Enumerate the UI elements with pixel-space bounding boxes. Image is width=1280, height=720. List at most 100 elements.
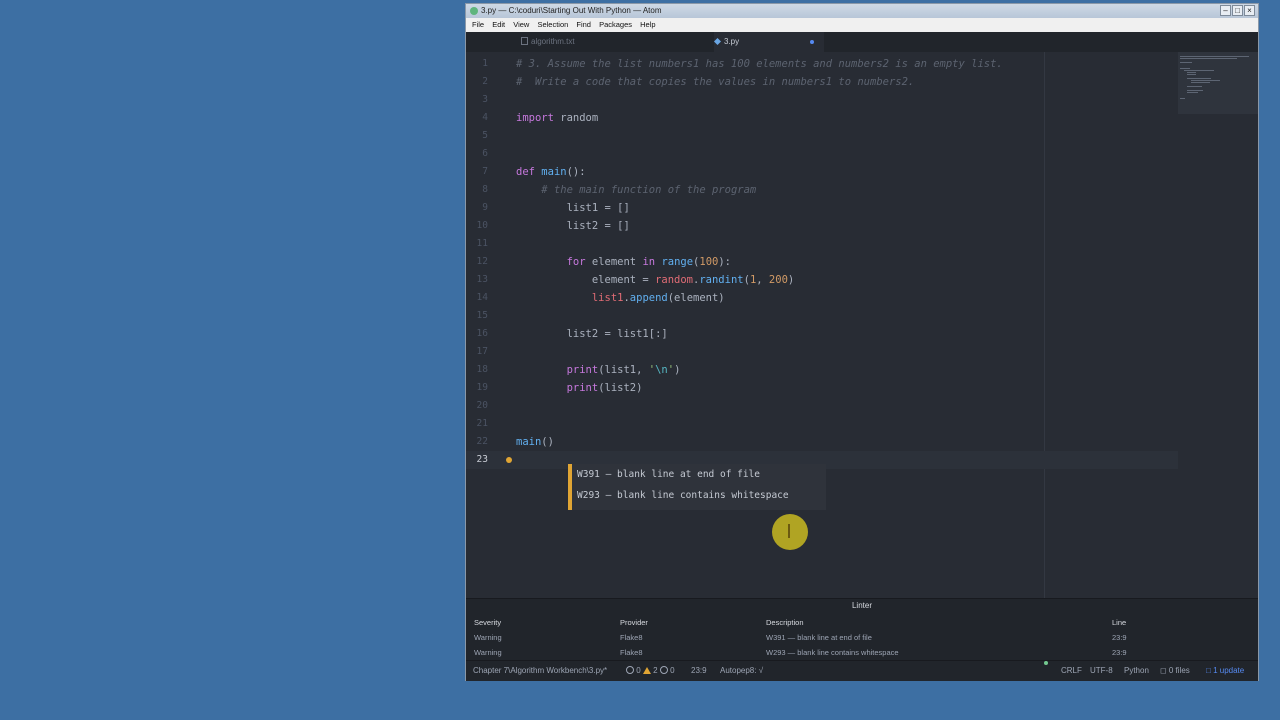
- code-line[interactable]: 7 def main():: [466, 163, 1178, 181]
- line-number[interactable]: 7: [466, 163, 488, 181]
- col-line[interactable]: Line: [1112, 615, 1126, 630]
- line-number[interactable]: 18: [466, 361, 488, 379]
- line-number[interactable]: 3: [466, 91, 488, 109]
- line-number[interactable]: 11: [466, 235, 488, 253]
- menu-find[interactable]: Find: [576, 20, 591, 29]
- line-number[interactable]: 12: [466, 253, 488, 271]
- table-row[interactable]: Warning Flake8 W293 — blank line contain…: [466, 645, 1258, 660]
- row-line[interactable]: 23:9: [1112, 630, 1127, 645]
- code-line[interactable]: 12 for element in range(100):: [466, 253, 1178, 271]
- code-line[interactable]: 18 print(list1, '\n'): [466, 361, 1178, 379]
- line-number[interactable]: 5: [466, 127, 488, 145]
- line-number[interactable]: 2: [466, 73, 488, 91]
- encoding[interactable]: UTF-8: [1090, 661, 1113, 680]
- minimize-button[interactable]: –: [1220, 5, 1231, 16]
- line-number[interactable]: 23: [466, 451, 488, 469]
- line-number[interactable]: 20: [466, 397, 488, 415]
- code-line[interactable]: 8 # the main function of the program: [466, 181, 1178, 199]
- menu-file[interactable]: File: [472, 20, 484, 29]
- code-text: list2 = list1[:]: [516, 328, 668, 340]
- update-status[interactable]: □ 1 update: [1206, 661, 1244, 680]
- code-line[interactable]: 10 list2 = []: [466, 217, 1178, 235]
- lint-message: W293 — blank line contains whitespace: [577, 490, 789, 501]
- code-text: def main():: [516, 166, 586, 178]
- linter-panel-title[interactable]: Linter: [466, 599, 1258, 615]
- close-button[interactable]: ×: [1244, 5, 1255, 16]
- code-line[interactable]: 3: [466, 91, 1178, 109]
- col-description[interactable]: Description: [766, 615, 804, 630]
- code-text: import random: [516, 112, 599, 124]
- line-number[interactable]: 16: [466, 325, 488, 343]
- line-number[interactable]: 8: [466, 181, 488, 199]
- code-line[interactable]: 19 print(list2): [466, 379, 1178, 397]
- grammar[interactable]: Python: [1124, 661, 1149, 680]
- files-status[interactable]: ◻ 0 files: [1160, 661, 1190, 680]
- minimap-line: [1187, 72, 1197, 73]
- atom-window: 3.py — C:\coduri\Starting Out With Pytho…: [465, 3, 1259, 681]
- lint-warning-gutter-icon[interactable]: [506, 457, 512, 463]
- code-line[interactable]: 14 list1.append(element): [466, 289, 1178, 307]
- row-severity: Warning: [474, 648, 502, 657]
- cursor-position[interactable]: 23:9: [691, 661, 707, 680]
- ibeam-cursor-icon: [788, 524, 790, 538]
- line-number[interactable]: 15: [466, 307, 488, 325]
- line-number[interactable]: 22: [466, 433, 488, 451]
- code-text: # Write a code that copies the values in…: [516, 76, 915, 88]
- code-text: print(list2): [566, 382, 643, 394]
- line-number[interactable]: 10: [466, 217, 488, 235]
- code-line[interactable]: 17: [466, 343, 1178, 361]
- line-number[interactable]: 14: [466, 289, 488, 307]
- line-number[interactable]: 21: [466, 415, 488, 433]
- line-number[interactable]: 13: [466, 271, 488, 289]
- line-number[interactable]: 17: [466, 343, 488, 361]
- menu-selection[interactable]: Selection: [537, 20, 568, 29]
- linter-panel: Linter Severity Provider Description Lin…: [466, 598, 1258, 661]
- code-editor[interactable]: 1 # 3. Assume the list numbers1 has 100 e…: [466, 52, 1258, 598]
- code-line[interactable]: 9 list1 = []: [466, 199, 1178, 217]
- row-description: W293 — blank line contains whitespace: [766, 648, 899, 657]
- code-text: main(): [516, 436, 554, 448]
- row-description: W391 — blank line at end of file: [766, 633, 872, 642]
- code-line[interactable]: 11: [466, 235, 1178, 253]
- line-number[interactable]: 1: [466, 55, 488, 73]
- menu-help[interactable]: Help: [640, 20, 655, 29]
- code-line[interactable]: 13 element = random.randint(1, 200): [466, 271, 1178, 289]
- menu-packages[interactable]: Packages: [599, 20, 632, 29]
- code-line[interactable]: 4 import random: [466, 109, 1178, 127]
- code-line[interactable]: 21: [466, 415, 1178, 433]
- code-line[interactable]: 5: [466, 127, 1178, 145]
- menu-view[interactable]: View: [513, 20, 529, 29]
- table-row[interactable]: Warning Flake8 W391 — blank line at end …: [466, 630, 1258, 645]
- row-line[interactable]: 23:9: [1112, 645, 1127, 660]
- code-line[interactable]: 15: [466, 307, 1178, 325]
- line-number[interactable]: 19: [466, 379, 488, 397]
- tab-3-py[interactable]: 3.py: [714, 32, 824, 52]
- menu-edit[interactable]: Edit: [492, 20, 505, 29]
- autopep8-status[interactable]: Autopep8: √: [720, 661, 763, 680]
- lint-tooltip: W391 — blank line at end of file W293 — …: [568, 464, 826, 510]
- menu-bar: File Edit View Selection Find Packages H…: [466, 18, 1258, 32]
- code-line[interactable]: 22 main(): [466, 433, 1178, 451]
- minimap[interactable]: [1178, 52, 1258, 114]
- code-line[interactable]: 2 # Write a code that copies the values i…: [466, 73, 1178, 91]
- code-text: list2 = []: [516, 220, 630, 232]
- code-text: print(list1, '\n'): [566, 364, 681, 376]
- linter-counts[interactable]: 0 2 0: [626, 661, 675, 680]
- line-ending[interactable]: CRLF: [1061, 661, 1082, 680]
- col-provider[interactable]: Provider: [620, 615, 648, 630]
- line-number[interactable]: 6: [466, 145, 488, 163]
- file-path[interactable]: Chapter 7\Algorithm Workbench\3.py*: [473, 661, 607, 680]
- code-line[interactable]: 1 # 3. Assume the list numbers1 has 100 e…: [466, 55, 1178, 73]
- code-line[interactable]: 6: [466, 145, 1178, 163]
- code-line[interactable]: 20: [466, 397, 1178, 415]
- text-file-icon: [521, 33, 528, 45]
- col-severity[interactable]: Severity: [474, 615, 501, 630]
- code-line[interactable]: 16 list2 = list1[:]: [466, 325, 1178, 343]
- line-number[interactable]: 4: [466, 109, 488, 127]
- linter-table-header: Severity Provider Description Line: [466, 615, 1258, 630]
- minimap-line: [1187, 90, 1204, 91]
- tab-algorithm-txt[interactable]: algorithm.txt: [521, 32, 711, 52]
- git-status-dot-icon: [1044, 661, 1048, 665]
- maximize-button[interactable]: □: [1232, 5, 1243, 16]
- line-number[interactable]: 9: [466, 199, 488, 217]
